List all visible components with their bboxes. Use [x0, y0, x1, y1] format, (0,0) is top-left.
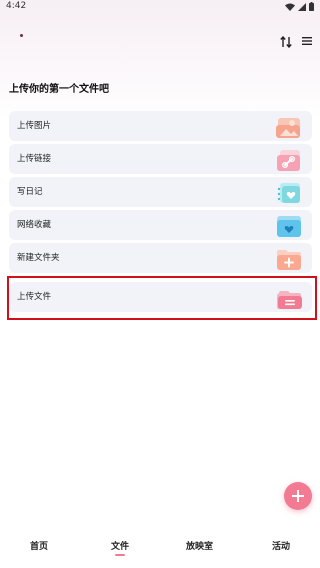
highlight-box: [7, 276, 317, 320]
write-diary-item[interactable]: 写日记: [9, 177, 312, 207]
tab-activities[interactable]: 活动: [272, 539, 290, 552]
signal-icon: [298, 2, 306, 11]
wifi-icon: [285, 3, 295, 11]
diary-icon: [277, 183, 300, 203]
upload-link-item[interactable]: 上传链接: [9, 144, 312, 174]
tab-home[interactable]: 首页: [30, 539, 48, 552]
link-icon: [277, 150, 300, 171]
upload-link-label: 上传链接: [17, 154, 52, 164]
section-title: 上传你的第一个文件吧: [9, 84, 109, 95]
tab-screening-room[interactable]: 放映室: [186, 539, 213, 552]
battery-icon: [309, 2, 314, 11]
top-bar: [0, 24, 320, 58]
upload-image-item[interactable]: 上传图片: [9, 111, 312, 141]
image-upload-icon: [276, 118, 300, 138]
web-favorite-label: 网络收藏: [17, 220, 52, 230]
web-favorite-item[interactable]: 网络收藏: [9, 210, 312, 240]
menu-icon[interactable]: [302, 36, 312, 46]
add-button[interactable]: [284, 482, 312, 510]
bottom-tab-bar: 首页 文件 放映室 活动: [0, 530, 320, 568]
profile-dot[interactable]: [20, 34, 23, 37]
status-time: 4:42: [6, 1, 27, 11]
upload-image-label: 上传图片: [17, 121, 52, 131]
status-bar: 4:42: [0, 0, 320, 14]
new-folder-item[interactable]: 新建文件夹: [9, 243, 312, 273]
write-diary-label: 写日记: [17, 187, 43, 197]
status-icons: [285, 2, 314, 11]
tab-files[interactable]: 文件: [111, 539, 129, 552]
header-background: [0, 0, 320, 120]
new-folder-label: 新建文件夹: [17, 253, 60, 263]
new-folder-icon: [277, 250, 301, 270]
active-tab-indicator: [115, 554, 125, 556]
web-favorite-icon: [277, 216, 301, 237]
sort-icon[interactable]: [280, 36, 292, 48]
